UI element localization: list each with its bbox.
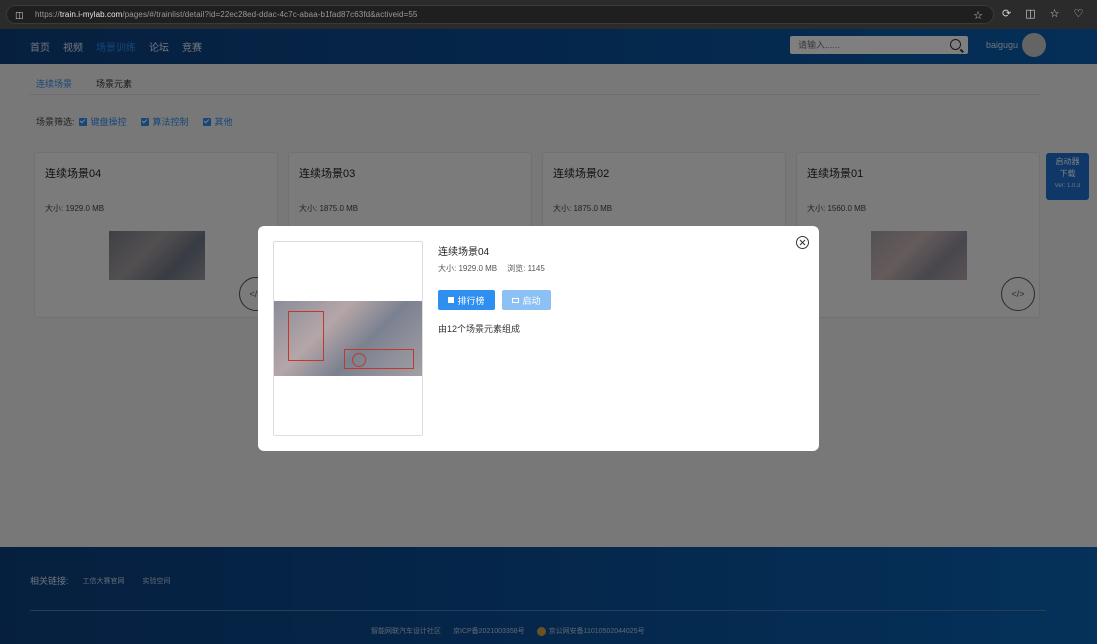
favorites-icon[interactable]: ☆: [1050, 7, 1060, 20]
modal-description: 由12个场景元素组成: [438, 324, 521, 334]
lock-icon[interactable]: ◫: [15, 10, 25, 20]
split-screen-icon[interactable]: ◫: [1025, 7, 1035, 20]
modal-meta: 大小: 1929.0 MB 浏览: 1145: [438, 263, 545, 274]
modal-views: 浏览: 1145: [507, 264, 545, 273]
start-button[interactable]: 启动: [502, 290, 551, 310]
scene-detail-modal: 连续场景04 大小: 1929.0 MB 浏览: 1145 排行榜 启动 由12…: [258, 226, 819, 451]
extensions-icon[interactable]: ♡: [1074, 7, 1084, 20]
address-bar[interactable]: ◫ https://train.i-mylab.com/pages/#/trai…: [6, 5, 994, 24]
modal-title: 连续场景04: [438, 247, 490, 258]
leaderboard-icon: [448, 297, 455, 303]
browser-toolbar: ◫ https://train.i-mylab.com/pages/#/trai…: [0, 0, 1097, 29]
refresh-icon[interactable]: ⟳: [1002, 7, 1011, 20]
close-icon[interactable]: [796, 236, 809, 249]
modal-thumbnail: [274, 301, 422, 376]
modal-size: 大小: 1929.0 MB: [438, 264, 498, 273]
url-text[interactable]: https://train.i-mylab.com/pages/#/trainl…: [35, 10, 417, 19]
modal-thumbnail-frame: [273, 241, 423, 436]
favorite-star-icon[interactable]: ☆: [973, 9, 983, 22]
monitor-icon: [512, 297, 520, 303]
leaderboard-button[interactable]: 排行榜: [438, 290, 495, 310]
